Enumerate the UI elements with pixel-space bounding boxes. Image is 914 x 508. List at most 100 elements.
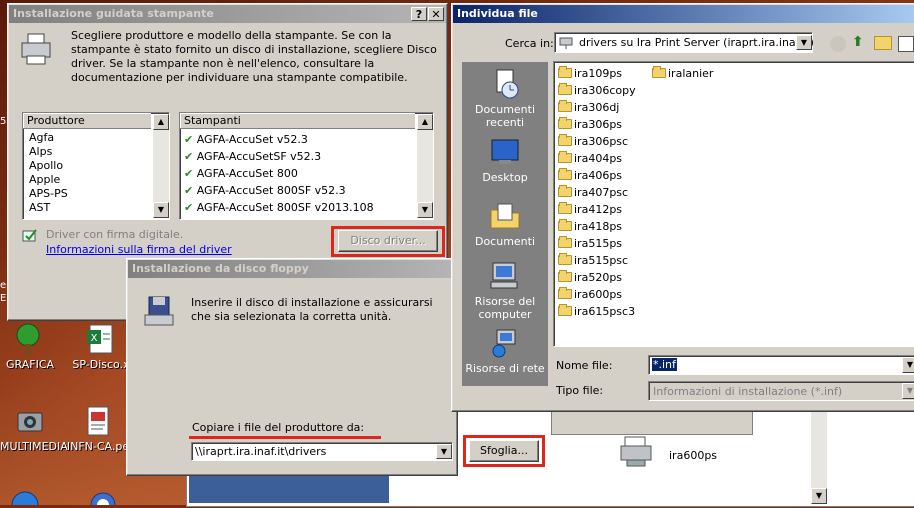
manufacturer-header[interactable]: Produttore <box>23 113 151 129</box>
printer-icon <box>21 33 51 65</box>
globe-icon[interactable] <box>10 488 40 508</box>
list-item[interactable]: iralanier <box>652 65 713 82</box>
desktop-icon <box>491 139 519 164</box>
list-item[interactable]: ira407psc <box>558 184 636 201</box>
internet-icon[interactable] <box>88 488 118 508</box>
filetype-label: Tipo file: <box>556 384 604 397</box>
list-item[interactable]: ✔ AGFA-AccuSet 800SF v52.3 <box>184 182 412 199</box>
floppy-titlebar: Installazione da disco floppy <box>128 260 456 278</box>
list-item[interactable]: ✔ AGFA-AccuSet 800 <box>184 165 412 182</box>
place-desktop[interactable]: Desktop <box>462 136 548 184</box>
scroll-up-arrow[interactable]: ▲ <box>417 114 433 130</box>
desktop-icon-grafica[interactable]: GRAFICA <box>6 322 54 371</box>
place-recent-documents[interactable]: Documenti recenti <box>462 68 548 129</box>
folder-icon <box>558 100 572 112</box>
signature-info-link[interactable]: Informazioni sulla firma del driver <box>46 243 232 256</box>
list-item[interactable]: ✔ AGFA-AccuSetSF v52.3 <box>184 148 412 165</box>
scroll-down-arrow[interactable]: ▼ <box>811 488 827 504</box>
copy-from-label: Copiare i file del produttore da: <box>192 421 365 434</box>
view-menu-icon[interactable] <box>898 36 914 52</box>
signed-printer-icon: ✔ <box>184 184 194 197</box>
list-item[interactable]: ira109ps <box>558 65 636 82</box>
folder-icon <box>558 117 572 129</box>
recent-documents-icon <box>496 69 519 99</box>
camera-icon <box>17 412 43 432</box>
list-item[interactable]: APS-PS <box>29 187 151 201</box>
background-printer-label: ira600ps <box>669 449 718 462</box>
file-dialog-title: Individua file <box>457 7 538 20</box>
list-item[interactable]: ira600ps <box>558 286 636 303</box>
desktop-edge-text: E <box>0 293 7 304</box>
printers-scrollbar[interactable]: ▲ ▼ <box>417 114 433 218</box>
back-icon[interactable] <box>830 36 846 52</box>
disk-driver-button[interactable]: Disco driver... <box>338 230 438 252</box>
scroll-down-arrow[interactable]: ▼ <box>417 202 433 218</box>
certificate-icon <box>87 406 109 436</box>
list-item[interactable]: ira306copy <box>558 82 636 99</box>
place-network[interactable]: Risorse di rete <box>462 327 548 375</box>
list-item[interactable]: AST <box>29 201 151 215</box>
list-item[interactable]: ira515psc <box>558 252 636 269</box>
path-value: \\iraprt.ira.inaf.it\drivers <box>195 445 327 458</box>
scroll-down-arrow[interactable]: ▼ <box>153 202 169 218</box>
list-item[interactable]: ira306ps <box>558 116 636 133</box>
help-button[interactable]: ? <box>411 7 427 21</box>
place-documents[interactable]: Documenti <box>462 200 548 248</box>
folder-icon <box>558 151 572 163</box>
new-folder-icon[interactable] <box>874 36 892 50</box>
path-combobox[interactable]: \\iraprt.ira.inaf.it\drivers ▼ <box>191 442 453 461</box>
desktop-icon-multimedia[interactable]: MULTIMEDIA <box>0 404 68 453</box>
chevron-down-icon[interactable]: ▼ <box>796 35 812 50</box>
list-item[interactable]: ira418ps <box>558 218 636 235</box>
chevron-down-icon[interactable]: ▼ <box>902 383 914 399</box>
up-folder-icon[interactable]: ⬆ <box>852 34 864 50</box>
scroll-up-arrow[interactable]: ▲ <box>153 114 169 130</box>
floppy-title: Installazione da disco floppy <box>132 262 309 275</box>
folder-icon <box>558 83 572 95</box>
file-dialog-titlebar: Individua file <box>453 5 914 23</box>
list-item[interactable]: ira412ps <box>558 201 636 218</box>
list-item[interactable]: ira520ps <box>558 269 636 286</box>
desktop-icon-sp-disco[interactable]: X SP-Disco.x <box>72 322 130 371</box>
printers-header[interactable]: Stampanti <box>180 113 415 129</box>
lookin-combobox[interactable]: drivers su Ira Print Server (iraprt.ira.… <box>554 32 814 53</box>
list-item[interactable]: ira306dj <box>558 99 636 116</box>
list-item[interactable]: ira306psc <box>558 133 636 150</box>
network-printer-icon <box>620 436 652 467</box>
printers-list[interactable]: Stampanti ✔ AGFA-AccuSet v52.3 ✔ AGFA-Ac… <box>179 112 434 220</box>
list-item[interactable]: Apple <box>29 173 151 187</box>
browse-button[interactable]: Sfoglia... <box>469 440 539 462</box>
documents-folder-icon <box>490 203 520 229</box>
wizard-description: Scegliere produttore e modello della sta… <box>71 29 437 84</box>
background-scrollbar[interactable]: ▼ <box>811 403 827 504</box>
list-item[interactable]: ira406ps <box>558 167 636 184</box>
list-item[interactable]: ira404ps <box>558 150 636 167</box>
manufacturer-list[interactable]: Produttore Agfa Alps Apollo Apple APS-PS… <box>22 112 170 220</box>
list-item[interactable]: ira515ps <box>558 235 636 252</box>
list-item[interactable]: ira615psc3 <box>558 303 636 320</box>
file-list[interactable]: ira109ps ira306copy ira306dj ira306ps ir… <box>553 61 914 347</box>
filetype-combobox[interactable]: Informazioni di installazione (*.inf) ▼ <box>648 381 914 401</box>
list-item[interactable]: ✔ AGFA-AccuSet 800SF v2013.108 <box>184 199 412 216</box>
file-list-column-2: iralanier <box>652 65 713 82</box>
list-item[interactable]: Agfa <box>29 131 151 145</box>
network-drive-icon <box>559 35 573 52</box>
list-item[interactable]: Alps <box>29 145 151 159</box>
manufacturer-scrollbar[interactable]: ▲ ▼ <box>153 114 169 218</box>
locate-file-window: Individua file Cerca in: drivers su Ira … <box>451 3 914 412</box>
chevron-down-icon[interactable]: ▼ <box>902 357 914 373</box>
list-item[interactable]: Apollo <box>29 159 151 173</box>
folder-icon <box>652 66 666 78</box>
folder-icon <box>558 134 572 146</box>
list-item[interactable]: ✔ AGFA-AccuSet v52.3 <box>184 131 412 148</box>
file-list-column-1: ira109ps ira306copy ira306dj ira306ps ir… <box>558 65 636 320</box>
highlight-underline <box>189 436 381 439</box>
folder-icon <box>558 253 572 265</box>
filename-combobox[interactable]: *.inf ▼ <box>648 355 914 375</box>
signed-driver-text: Driver con firma digitale. <box>46 228 184 241</box>
close-button[interactable]: ✕ <box>428 7 444 21</box>
chevron-down-icon[interactable]: ▼ <box>436 444 452 459</box>
floppy-disk-icon <box>144 296 174 326</box>
place-my-computer[interactable]: Risorse del computer <box>462 260 548 321</box>
desktop-icon-infn-ca[interactable]: INFN-CA.pe <box>66 404 130 453</box>
